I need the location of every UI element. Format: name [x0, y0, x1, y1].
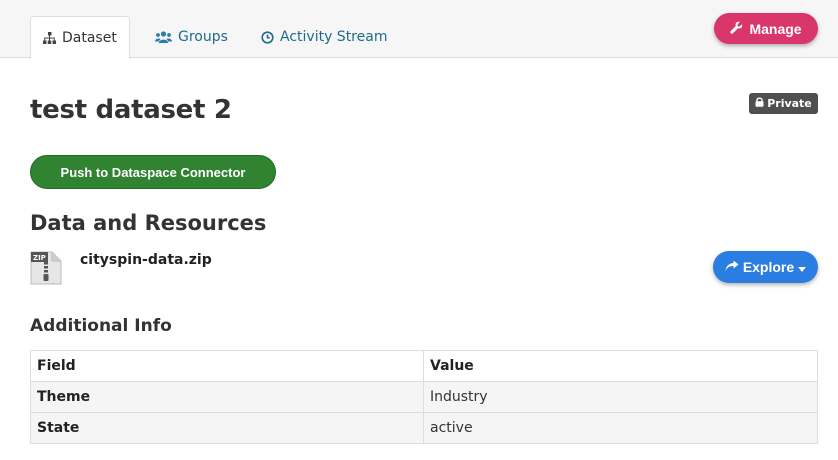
private-badge: Private — [749, 93, 818, 114]
push-to-dataspace-connector-button[interactable]: Push to Dataspace Connector — [30, 155, 276, 189]
column-header-field: Field — [30, 350, 424, 382]
table-row: State active — [30, 412, 818, 444]
share-icon — [725, 259, 739, 275]
manage-button[interactable]: Manage — [714, 13, 818, 44]
value-cell: active — [423, 412, 818, 444]
value-cell: Industry — [423, 381, 818, 413]
additional-info-heading: Additional Info — [30, 316, 172, 336]
caret-down-icon — [798, 259, 807, 275]
additional-info-table: Field Value Theme Industry State active — [30, 350, 818, 444]
table-header-row: Field Value — [30, 350, 818, 382]
field-cell: State — [30, 412, 424, 444]
resource-name[interactable]: cityspin-data.zip — [80, 252, 212, 268]
clock-icon — [261, 30, 274, 44]
tab-label: Groups — [178, 29, 228, 45]
column-header-value: Value — [423, 350, 818, 382]
tab-label: Dataset — [62, 29, 117, 46]
visibility-label: Private — [767, 97, 812, 110]
zip-file-icon[interactable]: ZIP — [30, 251, 62, 285]
sitemap-icon — [43, 31, 56, 44]
tab-activity-stream[interactable]: Activity Stream — [249, 16, 399, 58]
svg-text:ZIP: ZIP — [33, 254, 46, 262]
explore-label: Explore — [742, 259, 795, 275]
lock-icon — [755, 97, 764, 110]
tab-bar: Dataset Groups Activity Stream — [0, 0, 838, 59]
manage-label: Manage — [749, 20, 802, 37]
tab-dataset[interactable]: Dataset — [30, 16, 130, 59]
tab-label: Activity Stream — [280, 29, 388, 45]
resources-heading: Data and Resources — [30, 211, 267, 235]
page-title: test dataset 2 — [30, 95, 232, 125]
table-row: Theme Industry — [30, 381, 818, 413]
wrench-icon — [730, 21, 743, 37]
tab-groups[interactable]: Groups — [143, 16, 240, 58]
field-cell: Theme — [30, 381, 424, 413]
users-icon — [155, 31, 172, 43]
explore-button[interactable]: Explore — [713, 251, 818, 283]
